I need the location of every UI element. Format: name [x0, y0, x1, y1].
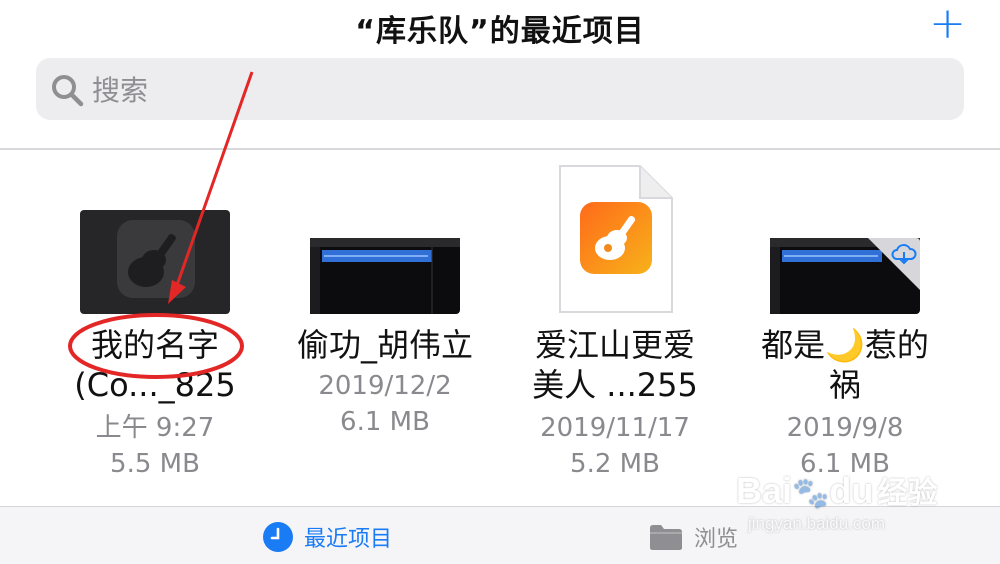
- tab-bar: 最近项目 浏览: [0, 506, 1000, 564]
- annotation-arrow: [174, 71, 254, 289]
- annotation-overlay: [68, 71, 254, 379]
- tab-browse-label: 浏览: [694, 527, 739, 552]
- tab-recent-label: 最近项目: [304, 527, 393, 552]
- annotation-arrowhead: [168, 280, 186, 304]
- tab-recent[interactable]: 最近项目: [262, 517, 392, 557]
- folder-icon: [650, 525, 682, 550]
- tab-browse[interactable]: 浏览: [648, 517, 738, 557]
- annotation-circle: [68, 313, 244, 379]
- clock-icon: [263, 522, 293, 552]
